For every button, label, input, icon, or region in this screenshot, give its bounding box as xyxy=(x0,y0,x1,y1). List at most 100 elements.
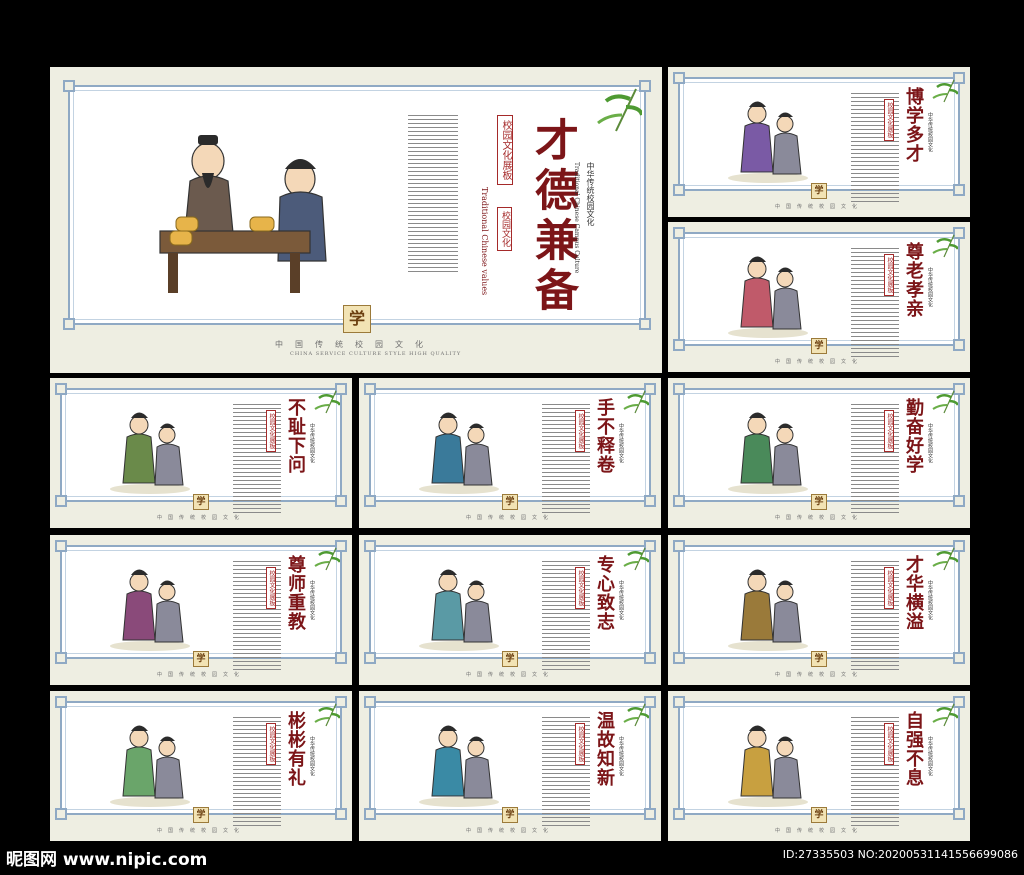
main-seal-tag-2: 校园文化 xyxy=(497,207,512,251)
xue-seal-icon: 学 xyxy=(193,494,209,510)
panel-title: 自强不息 xyxy=(903,711,924,787)
bamboo-icon xyxy=(932,390,958,414)
panel-board: 校园文化展板 自强不息 中华传统校园文化 学 中国传统校园文化 xyxy=(668,691,970,841)
site-watermark: 昵图网 www.nipic.com xyxy=(6,850,208,870)
panel-footer: 中国传统校园文化 xyxy=(775,359,864,365)
panel-seal-tag: 校园文化展板 xyxy=(266,723,276,765)
figure-illustration xyxy=(419,412,499,494)
panel-footer: 中国传统校园文化 xyxy=(466,672,555,678)
panel-seal-tag: 校园文化展板 xyxy=(266,410,276,452)
panel-seal-tag: 校园文化展板 xyxy=(884,410,894,452)
panel-side-small: 中华传统校园文化 xyxy=(927,112,933,152)
xue-seal-icon: 学 xyxy=(193,807,209,823)
panel-side-small: 中华传统校园文化 xyxy=(618,736,624,776)
panel-seal-tag: 校园文化展板 xyxy=(884,723,894,765)
panel-board: 校园文化展板 尊老孝亲 中华传统校园文化 学 中国传统校园文化 xyxy=(668,222,970,372)
panel-side-small: 中华传统校园文化 xyxy=(618,580,624,620)
xue-seal-icon: 学 xyxy=(502,807,518,823)
panel-footer: 中国传统校园文化 xyxy=(775,515,864,521)
main-footer-en: CHINA SERVICE CULTURE STYLE HIGH QUALITY xyxy=(290,351,462,357)
panel-side-small: 中华传统校园文化 xyxy=(309,580,315,620)
panel-title: 温故知新 xyxy=(594,711,615,787)
panel-side-small: 中华传统校园文化 xyxy=(309,736,315,776)
figure-illustration xyxy=(728,412,808,494)
panel-title: 尊老孝亲 xyxy=(903,242,924,318)
figure-illustration xyxy=(728,101,808,183)
bamboo-icon xyxy=(314,390,340,414)
figure-illustration xyxy=(110,725,190,807)
bamboo-icon xyxy=(932,547,958,571)
main-footer: 中国传统校园文化 xyxy=(275,340,435,349)
figure-illustration xyxy=(110,412,190,494)
main-paragraph xyxy=(408,115,458,281)
panel-seal-tag: 校园文化展板 xyxy=(575,567,585,609)
panel-board: 校园文化展板 专心致志 中华传统校园文化 学 中国传统校园文化 xyxy=(359,535,661,685)
main-side-small: 中华传统校园文化 xyxy=(586,162,595,226)
panel-footer: 中国传统校园文化 xyxy=(466,828,555,834)
panel-side-small: 中华传统校园文化 xyxy=(927,736,933,776)
panel-footer: 中国传统校园文化 xyxy=(775,828,864,834)
xue-seal-icon: 学 xyxy=(811,807,827,823)
bamboo-icon xyxy=(932,79,958,103)
main-side-small-en: Traditional Chinese Campus Culture xyxy=(573,162,580,274)
xue-seal-icon: 学 xyxy=(502,494,518,510)
figure-illustration xyxy=(110,569,190,651)
panel-footer: 中国传统校园文化 xyxy=(157,672,246,678)
panel-seal-tag: 校园文化展板 xyxy=(884,254,894,296)
xue-seal-icon: 学 xyxy=(343,305,371,333)
xue-seal-icon: 学 xyxy=(811,494,827,510)
xue-seal-icon: 学 xyxy=(811,651,827,667)
panel-footer: 中国传统校园文化 xyxy=(775,672,864,678)
bamboo-icon xyxy=(597,88,642,132)
figure-illustration xyxy=(728,725,808,807)
figure-illustration xyxy=(419,725,499,807)
panel-seal-tag: 校园文化展板 xyxy=(575,723,585,765)
bamboo-icon xyxy=(932,703,958,727)
panel-footer: 中国传统校园文化 xyxy=(775,204,864,210)
panel-board: 校园文化展板 不耻下问 中华传统校园文化 学 中国传统校园文化 xyxy=(50,378,352,528)
panel-seal-tag: 校园文化展板 xyxy=(575,410,585,452)
panel-side-small: 中华传统校园文化 xyxy=(618,423,624,463)
panel-board: 校园文化展板 彬彬有礼 中华传统校园文化 学 中国传统校园文化 xyxy=(50,691,352,841)
bamboo-icon xyxy=(623,703,649,727)
panel-side-small: 中华传统校园文化 xyxy=(927,423,933,463)
panel-footer: 中国传统校园文化 xyxy=(157,515,246,521)
panel-title: 手不释卷 xyxy=(594,398,615,474)
panel-side-small: 中华传统校园文化 xyxy=(309,423,315,463)
panel-side-small: 中华传统校园文化 xyxy=(927,267,933,307)
panel-board: 校园文化展板 手不释卷 中华传统校园文化 学 中国传统校园文化 xyxy=(359,378,661,528)
bamboo-icon xyxy=(932,234,958,258)
teacher-student-illustration xyxy=(159,135,327,293)
panel-title: 勤奋好学 xyxy=(903,398,924,474)
panel-title: 专心致志 xyxy=(594,555,615,631)
figure-illustration xyxy=(728,569,808,651)
panel-board: 校园文化展板 尊师重教 中华传统校园文化 学 中国传统校园文化 xyxy=(50,535,352,685)
panel-seal-tag: 校园文化展板 xyxy=(884,99,894,141)
figure-illustration xyxy=(419,569,499,651)
figure-illustration xyxy=(728,256,808,338)
panel-title: 不耻下问 xyxy=(285,398,306,474)
main-tag-en: Traditional Chinese values xyxy=(480,187,489,296)
xue-seal-icon: 学 xyxy=(811,183,827,199)
xue-seal-icon: 学 xyxy=(502,651,518,667)
image-id: ID:27335503 NO:20200531141556699086 xyxy=(782,848,1018,861)
panel-seal-tag: 校园文化展板 xyxy=(266,567,276,609)
panel-board: 校园文化展板 勤奋好学 中华传统校园文化 学 中国传统校园文化 xyxy=(668,378,970,528)
main-seal-tag: 校园文化展板 xyxy=(497,115,513,185)
xue-seal-icon: 学 xyxy=(193,651,209,667)
panel-footer: 中国传统校园文化 xyxy=(466,515,555,521)
xue-seal-icon: 学 xyxy=(811,338,827,354)
panel-board: 校园文化展板 才华横溢 中华传统校园文化 学 中国传统校园文化 xyxy=(668,535,970,685)
panel-side-small: 中华传统校园文化 xyxy=(927,580,933,620)
panel-title: 彬彬有礼 xyxy=(285,711,306,787)
bamboo-icon xyxy=(623,390,649,414)
panel-title: 尊师重教 xyxy=(285,555,306,631)
panel-board: 校园文化展板 博学多才 中华传统校园文化 学 中国传统校园文化 xyxy=(668,67,970,217)
panel-footer: 中国传统校园文化 xyxy=(157,828,246,834)
panel-seal-tag: 校园文化展板 xyxy=(884,567,894,609)
panel-title: 才华横溢 xyxy=(903,555,924,631)
bamboo-icon xyxy=(314,547,340,571)
bamboo-icon xyxy=(314,703,340,727)
bamboo-icon xyxy=(623,547,649,571)
panel-board: 校园文化展板 温故知新 中华传统校园文化 学 中国传统校园文化 xyxy=(359,691,661,841)
